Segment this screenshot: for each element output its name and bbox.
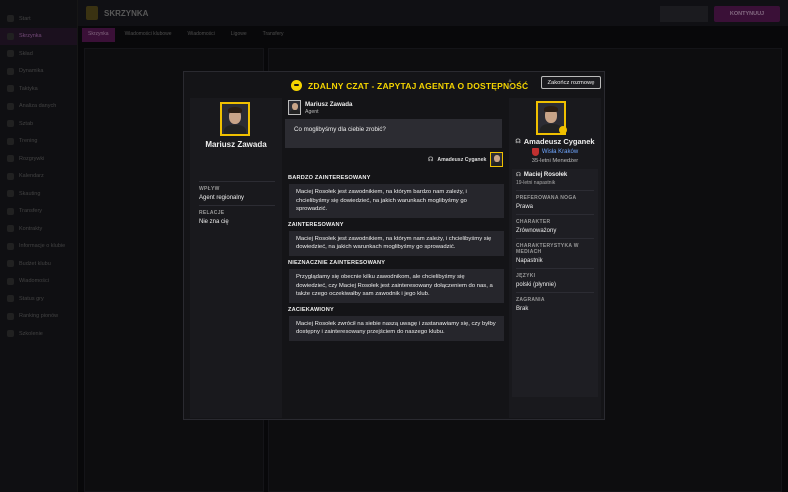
field-value: Zrównoważony [516,228,557,234]
agent-message: Co moglibyśmy dla ciebie zrobić? [285,119,502,148]
reply-author: ☊ Amadeusz Cyganek [428,152,504,167]
option-label: ZACIEKAWIONY [288,306,334,313]
end-conversation-button[interactable]: Zakończ rozmowę [541,76,601,89]
scroll-arrows-icon[interactable]: ▲ ▼ [506,78,514,94]
field-label: RELACJE [199,210,225,216]
field-value: Agent regionalny [199,195,245,201]
sender-role: Agent [305,108,319,115]
player-details: ☊ Maciej Rosołek 19-letni napastnik PREF… [512,169,598,397]
person-icon: ☊ [516,172,521,178]
player-name[interactable]: ☊ Maciej Rosołek [516,172,594,178]
person-icon: ☊ [428,157,434,163]
player-subtitle: 19-letni napastnik [516,180,556,186]
club-crest-icon [531,148,539,156]
manager-card: ☊ Amadeusz Cyganek Wisła Kraków 35-letni… [509,98,601,418]
manager-club[interactable]: Wisła Kraków [509,148,601,156]
field-label: WPŁYW [199,186,220,192]
option-label: ZAINTERESOWANY [288,221,344,228]
field-value: Napastnik [516,258,543,264]
field-value: Brak [516,306,529,312]
agent-name[interactable]: Mariusz Zawada [190,140,282,149]
field-label: JĘZYKI [516,273,536,279]
response-option[interactable]: Maciej Rosołek jest zawodnikiem, na któr… [289,230,504,256]
manager-badge-icon [559,126,567,134]
response-option[interactable]: Przyglądamy się obecnie kilku zawodnikom… [289,268,504,303]
field-label: CHARAKTER [516,219,551,225]
option-label: BARDZO ZAINTERESOWANY [288,175,371,181]
field-label: PREFEROWANA NOGA [516,195,577,201]
agent-message-header: Mariusz Zawada Agent [288,100,352,115]
response-options: BARDZO ZAINTERESOWANY Maciej Rosołek jes… [288,175,504,345]
agent-details: WPŁYW Agent regionalny RELACJE Nie zna c… [199,177,275,225]
agent-portrait [220,102,250,136]
field-value: Prawa [516,204,534,210]
field-label: ZAGRANIA [516,297,545,303]
dialog-title: ZDALNY CZAT - ZAPYTAJ AGENTA O DOSTĘPNOŚ… [291,80,528,91]
person-icon: ☊ [515,139,521,145]
app-window: Start Skrzynka Skład Dynamika Taktyka An… [0,0,788,492]
response-option[interactable]: Maciej Rosołek jest zawodnikiem, na któr… [289,184,504,218]
field-value: polski (płynnie) [516,282,557,288]
chat-icon [291,80,302,91]
remote-chat-dialog: ZDALNY CZAT - ZAPYTAJ AGENTA O DOSTĘPNOŚ… [183,71,605,420]
field-value: Nie zna cię [199,219,229,225]
manager-avatar [490,152,504,167]
manager-description: 35-letni Menedżer [531,158,579,164]
response-option[interactable]: Maciej Rosołek zwrócił na siebie naszą u… [289,315,504,341]
agent-card: Mariusz Zawada WPŁYW Agent regionalny RE… [190,98,282,418]
chat-area: Mariusz Zawada Agent Co moglibyśmy dla c… [285,98,504,418]
field-label: CHARAKTERYSTYKA W MEDIACH [516,243,579,255]
sender-name: Mariusz Zawada [305,100,353,108]
option-label: NIEZNACZNIE ZAINTERESOWANY [288,259,386,266]
manager-name[interactable]: ☊ Amadeusz Cyganek [509,137,601,146]
agent-avatar [288,100,301,115]
